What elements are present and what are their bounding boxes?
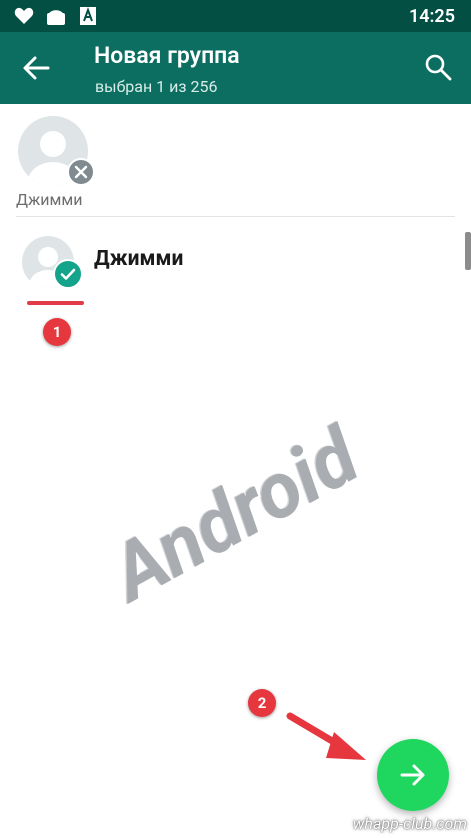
contact-name: Джимми	[94, 247, 184, 271]
next-button[interactable]	[377, 739, 449, 811]
pointer-arrow-icon	[286, 712, 366, 760]
back-button[interactable]	[18, 52, 54, 84]
font-icon	[80, 7, 96, 29]
page-title: Новая группа	[94, 42, 240, 69]
arrow-left-icon	[23, 56, 50, 80]
status-time: 14:25	[408, 6, 455, 27]
android-icon	[46, 7, 66, 29]
remove-selected-button[interactable]	[67, 158, 95, 186]
search-button[interactable]	[423, 52, 453, 82]
highlight-underline	[27, 301, 84, 305]
step-badge-2: 2	[248, 689, 276, 717]
close-icon	[74, 165, 88, 179]
selected-contact-name: Джимми	[16, 190, 83, 209]
status-bar: 14:25	[0, 0, 471, 32]
check-icon	[60, 268, 76, 280]
divider	[16, 216, 455, 217]
selected-check	[53, 259, 83, 289]
search-icon	[425, 54, 452, 81]
step-badge-1: 1	[43, 318, 71, 346]
arrow-right-icon	[400, 764, 425, 786]
site-watermark: whapp-club.com	[352, 814, 467, 833]
heart-icon	[14, 7, 34, 29]
android-watermark: Android	[96, 411, 374, 620]
selection-count: выбран 1 из 256	[95, 77, 218, 96]
scrollbar[interactable]	[465, 232, 471, 270]
app-toolbar: Новая группа выбран 1 из 256	[0, 32, 471, 104]
